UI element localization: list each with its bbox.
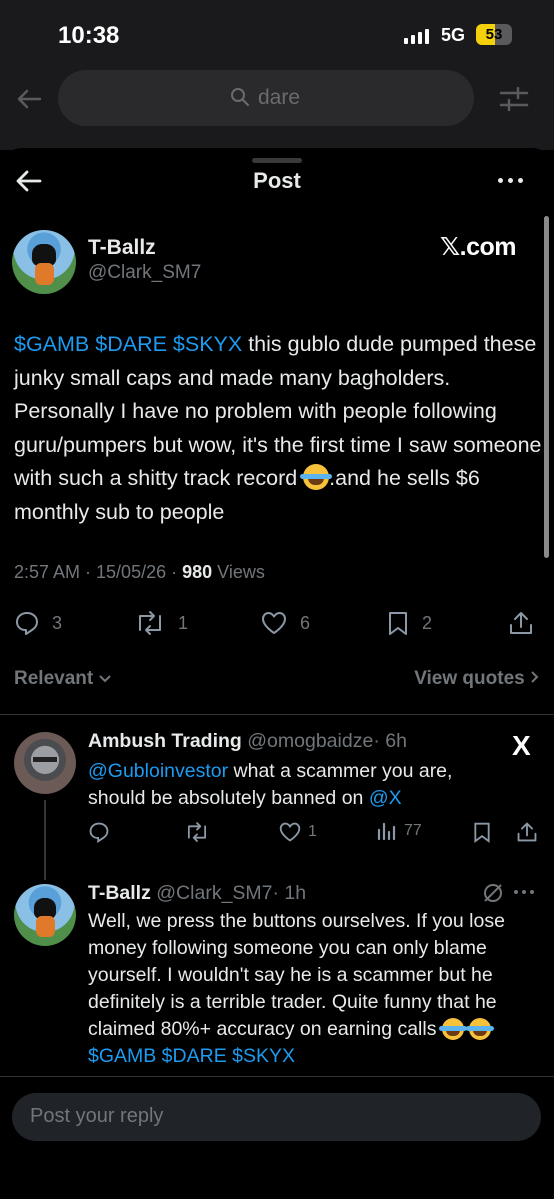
battery-level: 53: [485, 26, 503, 43]
views-count: 980: [182, 562, 213, 582]
share-button[interactable]: [516, 821, 538, 843]
views-count: 77: [404, 822, 422, 839]
repost-icon: [187, 822, 207, 842]
view-quotes-link[interactable]: View quotes: [414, 668, 540, 690]
grok-icon[interactable]: [482, 882, 504, 904]
reply-avatar[interactable]: [14, 732, 76, 794]
reply-count: 3: [52, 612, 63, 633]
laughing-emoji-icon: [300, 464, 333, 490]
back-arrow-icon[interactable]: [14, 84, 44, 114]
search-header: dare: [0, 70, 554, 150]
search-icon: [231, 88, 249, 106]
ticker-links[interactable]: $GAMB $DARE $SKYX: [14, 332, 242, 356]
heart-icon: [279, 822, 301, 842]
mention-link[interactable]: @Gubloinvestor: [88, 760, 228, 782]
author-name[interactable]: T-Ballz: [88, 236, 156, 260]
network-label: 5G: [441, 25, 466, 45]
post-sheet: Post T-Ballz @Clark_SM7 𝕏.com $GAMB $DAR…: [0, 148, 554, 1199]
analytics-icon: [377, 822, 396, 841]
reply-input[interactable]: Post your reply: [12, 1093, 541, 1141]
repost-count: 1: [178, 612, 189, 633]
scrollbar[interactable]: [544, 216, 549, 558]
battery-icon: 53: [476, 24, 512, 45]
sort-label: Relevant: [14, 668, 94, 689]
author-handle[interactable]: @Clark_SM7: [88, 262, 201, 284]
reply-header: T-Ballz @Clark_SM7· 1h: [88, 882, 306, 905]
share-button[interactable]: [508, 610, 534, 636]
reply-text: Well, we press the buttons ourselves. If…: [88, 910, 505, 1040]
reply-body: Well, we press the buttons ourselves. If…: [88, 908, 518, 1070]
search-input[interactable]: dare: [58, 70, 474, 126]
repost-button[interactable]: 1: [134, 610, 188, 636]
reply-actions: 1 77: [88, 821, 540, 847]
reply-time: · 1h: [272, 882, 307, 904]
x-com-badge: 𝕏.com: [440, 233, 517, 261]
x-logo-icon: X: [512, 730, 531, 761]
chevron-down-icon: [99, 675, 112, 683]
bookmark-icon: [389, 612, 407, 635]
mention-link[interactable]: @X: [369, 787, 402, 809]
repost-button[interactable]: [184, 821, 210, 843]
post-meta: 2:57 AM · 15/05/26 · 980 Views: [14, 562, 265, 583]
reply-body: @Gubloinvestor what a scammer you are, s…: [88, 758, 508, 812]
page-title: Post: [253, 168, 301, 193]
status-time: 10:38: [58, 22, 120, 49]
replies-sort-row: Relevant View quotes: [14, 668, 540, 694]
chevron-right-icon: [531, 671, 539, 683]
search-query: dare: [258, 86, 301, 109]
heart-icon: [262, 612, 286, 634]
thread-line: [44, 800, 46, 880]
views-button[interactable]: 77: [376, 821, 422, 841]
reply-icon: [16, 612, 38, 635]
ticker-links[interactable]: $GAMB $DARE $SKYX: [88, 1045, 295, 1067]
laughing-emoji-icon: [438, 1018, 467, 1040]
sort-dropdown[interactable]: Relevant: [14, 668, 112, 690]
reply-button[interactable]: 3: [14, 610, 62, 636]
like-button[interactable]: 6: [260, 610, 310, 636]
reply-composer: Post your reply: [0, 1076, 554, 1199]
signal-icon: [404, 28, 429, 44]
reply-header: Ambush Trading @omogbaidze· 6h: [88, 730, 407, 753]
reply-icon: [89, 822, 109, 843]
status-bar: 10:38 5G 53: [0, 0, 554, 70]
reply-author-name[interactable]: Ambush Trading: [88, 730, 242, 752]
share-icon: [517, 822, 537, 842]
author-avatar[interactable]: [12, 230, 76, 294]
bookmark-count: 2: [422, 612, 433, 633]
like-count: 1: [308, 823, 317, 840]
bookmark-button[interactable]: 2: [386, 610, 432, 636]
more-options-icon[interactable]: [514, 890, 534, 894]
sheet-grabber[interactable]: [252, 158, 302, 163]
filter-settings-icon[interactable]: [498, 84, 530, 114]
view-quotes-label: View quotes: [414, 668, 525, 689]
like-count: 6: [300, 612, 311, 633]
reply-avatar[interactable]: [14, 884, 76, 946]
reply-button[interactable]: [88, 821, 110, 843]
repost-icon: [139, 611, 161, 635]
more-options-icon[interactable]: [498, 178, 523, 183]
reply-author-handle[interactable]: @omogbaidze: [247, 730, 373, 752]
laughing-emoji-icon: [466, 1018, 495, 1040]
reply-time: · 6h: [373, 730, 407, 752]
like-button[interactable]: 1: [278, 821, 317, 843]
share-icon: [510, 612, 532, 634]
reply-author-handle[interactable]: @Clark_SM7: [156, 882, 272, 904]
reply-author-name[interactable]: T-Ballz: [88, 882, 151, 904]
bookmark-button[interactable]: [472, 821, 492, 843]
post-body: $GAMB $DARE $SKYX this gublo dude pumped…: [14, 328, 544, 529]
bookmark-icon: [474, 822, 490, 843]
divider: [0, 714, 554, 715]
post-actions: 3 1 6 2: [14, 610, 540, 640]
post-timestamp: 2:57 AM · 15/05/26 ·: [14, 562, 183, 582]
views-label: Views: [212, 562, 265, 582]
